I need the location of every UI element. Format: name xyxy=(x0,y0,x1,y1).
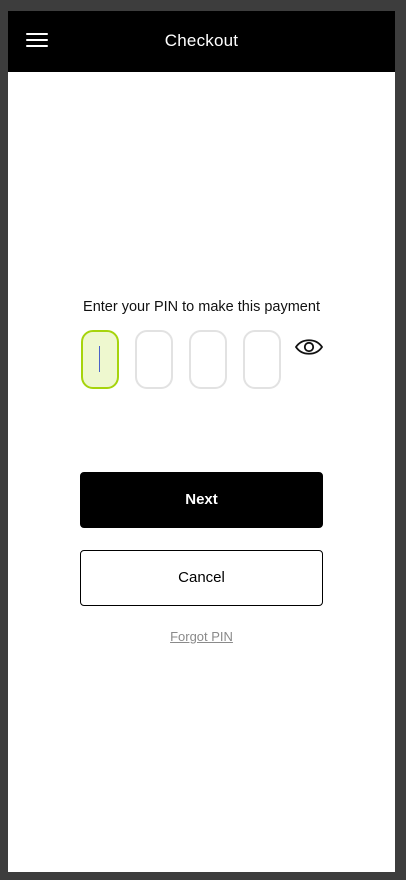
pin-digit-3[interactable] xyxy=(189,330,227,389)
eye-icon[interactable] xyxy=(294,336,324,358)
page-title: Checkout xyxy=(164,31,239,50)
top-bar: Checkout xyxy=(8,11,395,72)
pin-instruction: Enter your PIN to make this payment xyxy=(83,299,320,315)
pin-digit-4[interactable] xyxy=(243,330,281,389)
forgot-pin-link[interactable]: Forgot PIN xyxy=(8,629,395,644)
cancel-button[interactable]: Cancel xyxy=(80,550,323,606)
pin-digit-1[interactable] xyxy=(81,330,119,389)
app-frame: Checkout Enter your PIN to make this pay… xyxy=(8,11,395,872)
next-button[interactable]: Next xyxy=(80,472,323,528)
pin-digit-2[interactable] xyxy=(135,330,173,389)
